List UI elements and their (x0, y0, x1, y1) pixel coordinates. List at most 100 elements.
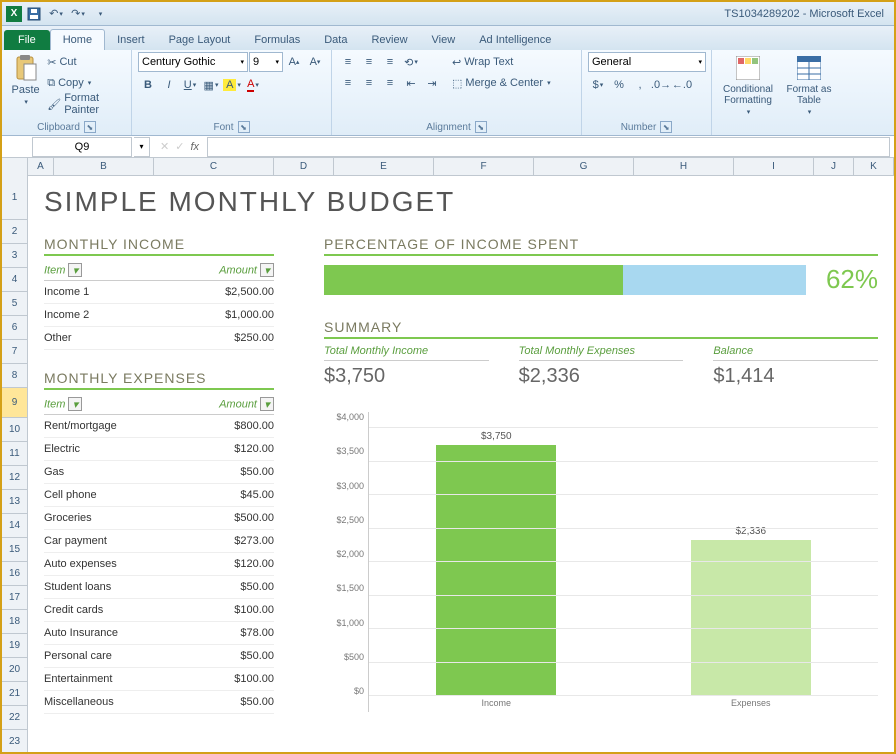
row-header-22[interactable]: 22 (2, 706, 28, 730)
col-header-C[interactable]: C (154, 158, 274, 175)
align-bottom-button[interactable]: ≡ (380, 52, 400, 72)
table-row[interactable]: Miscellaneous$50.00 (44, 691, 274, 714)
row-header-12[interactable]: 12 (2, 466, 28, 490)
enter-icon[interactable]: ✓ (175, 140, 184, 153)
tab-ad-intelligence[interactable]: Ad Intelligence (467, 30, 563, 50)
row-header-23[interactable]: 23 (2, 730, 28, 752)
row-header-17[interactable]: 17 (2, 586, 28, 610)
tab-formulas[interactable]: Formulas (242, 30, 312, 50)
decrease-indent-button[interactable]: ⇤ (401, 73, 421, 93)
worksheet-content[interactable]: SIMPLE MONTHLY BUDGET MONTHLY INCOME Ite… (28, 176, 894, 752)
table-row[interactable]: Credit cards$100.00 (44, 599, 274, 622)
shrink-font-button[interactable]: A▾ (305, 52, 325, 72)
wrap-text-button[interactable]: ↩ Wrap Text (452, 52, 551, 72)
redo-button[interactable]: ↷▾ (68, 4, 88, 24)
col-header-B[interactable]: B (54, 158, 154, 175)
italic-button[interactable]: I (159, 75, 179, 95)
row-header-3[interactable]: 3 (2, 244, 28, 268)
copy-button[interactable]: ⧉ Copy▾ (47, 73, 125, 93)
clipboard-launcher[interactable]: ⬊ (84, 121, 96, 133)
decrease-decimal-button[interactable]: ←.0 (672, 75, 692, 95)
table-row[interactable]: Other$250.00 (44, 327, 274, 350)
tab-data[interactable]: Data (312, 30, 359, 50)
select-all-corner[interactable] (2, 158, 28, 176)
table-row[interactable]: Auto Insurance$78.00 (44, 622, 274, 645)
table-row[interactable]: Entertainment$100.00 (44, 668, 274, 691)
table-row[interactable]: Groceries$500.00 (44, 507, 274, 530)
increase-decimal-button[interactable]: .0→ (651, 75, 671, 95)
row-header-6[interactable]: 6 (2, 316, 28, 340)
alignment-launcher[interactable]: ⬊ (475, 121, 487, 133)
fill-color-button[interactable]: A▾ (222, 75, 242, 95)
font-color-button[interactable]: A▾ (243, 75, 263, 95)
table-row[interactable]: Electric$120.00 (44, 438, 274, 461)
increase-indent-button[interactable]: ⇥ (422, 73, 442, 93)
accounting-format-button[interactable]: $▾ (588, 75, 608, 95)
save-button[interactable] (24, 4, 44, 24)
font-name-combo[interactable]: Century Gothic▾ (138, 52, 248, 72)
align-middle-button[interactable]: ≡ (359, 52, 379, 72)
paste-button[interactable]: Paste▾ (8, 52, 43, 108)
col-header-J[interactable]: J (814, 158, 854, 175)
tab-view[interactable]: View (420, 30, 468, 50)
bold-button[interactable]: B (138, 75, 158, 95)
col-header-I[interactable]: I (734, 158, 814, 175)
border-button[interactable]: ▦▾ (201, 75, 221, 95)
align-top-button[interactable]: ≡ (338, 52, 358, 72)
row-header-16[interactable]: 16 (2, 562, 28, 586)
align-right-button[interactable]: ≡ (380, 73, 400, 93)
row-header-19[interactable]: 19 (2, 634, 28, 658)
undo-button[interactable]: ↶▾ (46, 4, 66, 24)
row-header-2[interactable]: 2 (2, 220, 28, 244)
filter-icon[interactable]: ▾ (68, 263, 82, 277)
table-row[interactable]: Gas$50.00 (44, 461, 274, 484)
row-header-1[interactable]: 1 (2, 176, 28, 220)
row-header-5[interactable]: 5 (2, 292, 28, 316)
cancel-icon[interactable]: ✕ (160, 140, 169, 153)
format-as-table-button[interactable]: Format as Table▾ (782, 52, 836, 118)
row-header-9[interactable]: 9 (2, 388, 28, 418)
conditional-formatting-button[interactable]: Conditional Formatting▾ (718, 52, 778, 118)
format-painter-button[interactable]: 🖌 Format Painter (47, 94, 125, 114)
row-header-7[interactable]: 7 (2, 340, 28, 364)
col-header-A[interactable]: A (28, 158, 54, 175)
col-header-H[interactable]: H (634, 158, 734, 175)
filter-icon[interactable]: ▾ (260, 397, 274, 411)
table-row[interactable]: Personal care$50.00 (44, 645, 274, 668)
filter-icon[interactable]: ▾ (68, 397, 82, 411)
col-header-D[interactable]: D (274, 158, 334, 175)
table-row[interactable]: Auto expenses$120.00 (44, 553, 274, 576)
fx-button[interactable]: fx (190, 141, 199, 153)
row-header-11[interactable]: 11 (2, 442, 28, 466)
qat-customize[interactable]: ▾ (90, 4, 110, 24)
comma-format-button[interactable]: , (630, 75, 650, 95)
col-header-F[interactable]: F (434, 158, 534, 175)
tab-file[interactable]: File (4, 30, 50, 50)
table-row[interactable]: Income 2$1,000.00 (44, 304, 274, 327)
row-header-15[interactable]: 15 (2, 538, 28, 562)
row-header-20[interactable]: 20 (2, 658, 28, 682)
grow-font-button[interactable]: A▴ (284, 52, 304, 72)
tab-review[interactable]: Review (359, 30, 419, 50)
number-format-combo[interactable]: General▾ (588, 52, 706, 72)
row-header-10[interactable]: 10 (2, 418, 28, 442)
row-header-8[interactable]: 8 (2, 364, 28, 388)
align-center-button[interactable]: ≡ (359, 73, 379, 93)
name-box[interactable]: Q9 (32, 137, 132, 157)
name-box-dropdown[interactable]: ▾ (134, 137, 150, 157)
table-row[interactable]: Car payment$273.00 (44, 530, 274, 553)
percent-format-button[interactable]: % (609, 75, 629, 95)
col-header-K[interactable]: K (854, 158, 894, 175)
formula-input[interactable] (207, 137, 890, 157)
tab-home[interactable]: Home (50, 29, 105, 50)
table-row[interactable]: Student loans$50.00 (44, 576, 274, 599)
filter-icon[interactable]: ▾ (260, 263, 274, 277)
col-header-G[interactable]: G (534, 158, 634, 175)
table-row[interactable]: Cell phone$45.00 (44, 484, 274, 507)
font-size-combo[interactable]: 9▾ (249, 52, 283, 72)
table-row[interactable]: Rent/mortgage$800.00 (44, 415, 274, 438)
row-header-13[interactable]: 13 (2, 490, 28, 514)
table-row[interactable]: Income 1$2,500.00 (44, 281, 274, 304)
row-header-18[interactable]: 18 (2, 610, 28, 634)
row-header-4[interactable]: 4 (2, 268, 28, 292)
